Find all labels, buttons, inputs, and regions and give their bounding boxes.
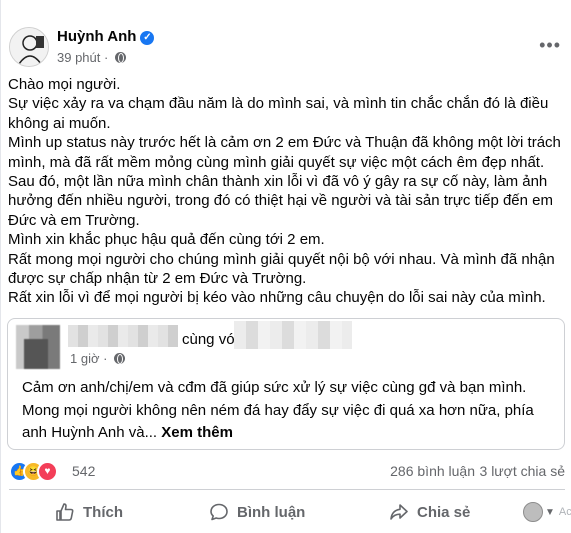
faded-text: Act: [558, 506, 571, 518]
thumbs-up-icon: [56, 503, 74, 521]
comment-icon: [210, 503, 228, 521]
post-paragraph: Sau đó, một lần nữa mình chân thành xin …: [8, 173, 553, 229]
share-label[interactable]: Chia sẻ: [417, 504, 470, 521]
post-paragraph: Chào mọi người.: [8, 76, 121, 93]
shared-post[interactable]: cùng với 1 giờ · Cảm ơn anh/chị/em và cđ…: [7, 318, 565, 450]
comments-count[interactable]: 286 bình luận: [390, 463, 475, 479]
more-icon[interactable]: •••: [539, 36, 561, 54]
post-stats: 👍 😆 ♥ 542 286 bình luận 3 lượt chia sẻ: [9, 460, 565, 482]
comment-button[interactable]: Bình luận: [209, 494, 305, 530]
verified-badge-icon: ✓: [140, 31, 155, 45]
post-paragraph: Rất xin lỗi vì để mọi người bị kéo vào n…: [8, 289, 546, 307]
like-label[interactable]: Thích: [83, 504, 123, 521]
post-header: Huỳnh Anh ✓ 39 phút · •••: [9, 26, 569, 70]
shares-count[interactable]: 3 lượt chia sẻ: [480, 463, 565, 479]
post-meta: 39 phút ·: [57, 50, 126, 65]
reaction-count[interactable]: 542: [72, 463, 95, 479]
mini-avatar: [523, 502, 543, 522]
comment-label[interactable]: Bình luận: [237, 504, 305, 521]
globe-icon: [114, 52, 126, 63]
post-body: Chào mọi người. Sự việc xảy ra va chạm đ…: [8, 75, 564, 308]
share-button[interactable]: Chia sẻ: [389, 494, 470, 530]
post-as-selector[interactable]: ▼ Act: [523, 494, 571, 530]
shared-tagged-blurred[interactable]: [234, 321, 352, 349]
author-name-text[interactable]: Huỳnh Anh: [57, 28, 136, 45]
shared-with-text: cùng với: [182, 331, 240, 348]
author-name[interactable]: Huỳnh Anh ✓: [57, 28, 155, 45]
shared-body: Cảm ơn anh/chị/em và cđm đã giúp sức xử …: [22, 379, 534, 441]
post-paragraph: Rất mong mọi người cho chúng mình giải q…: [8, 250, 555, 288]
post-card: Huỳnh Anh ✓ 39 phút · ••• Chào mọi người.…: [0, 0, 571, 533]
share-icon: [390, 504, 408, 520]
post-time[interactable]: 39 phút: [57, 50, 100, 65]
shared-text: Cảm ơn anh/chị/em và cđm đã giúp sức xử …: [22, 377, 552, 445]
post-paragraph: Mình xin khắc phục hậu quả đến cùng tới …: [8, 231, 325, 249]
shared-meta: 1 giờ ·: [70, 351, 126, 366]
action-bar: Thích Bình luận Chia sẻ ▼ Act: [9, 494, 571, 532]
see-more-link[interactable]: Xem thêm: [161, 424, 233, 441]
author-avatar[interactable]: [9, 27, 49, 67]
love-reaction-icon: ♥: [37, 461, 58, 482]
shared-time[interactable]: 1 giờ: [70, 351, 100, 366]
chevron-down-icon: ▼: [545, 506, 555, 518]
shared-author-blurred[interactable]: [68, 325, 178, 347]
globe-icon: [114, 353, 126, 364]
divider: [9, 489, 565, 490]
post-paragraph: Sự việc xảy ra va chạm đầu năm là do mìn…: [8, 95, 549, 132]
post-paragraph: Mình up status này trước hết là cảm ơn 2…: [8, 134, 561, 171]
shared-avatar-blurred[interactable]: [16, 325, 60, 369]
like-button[interactable]: Thích: [55, 494, 123, 530]
